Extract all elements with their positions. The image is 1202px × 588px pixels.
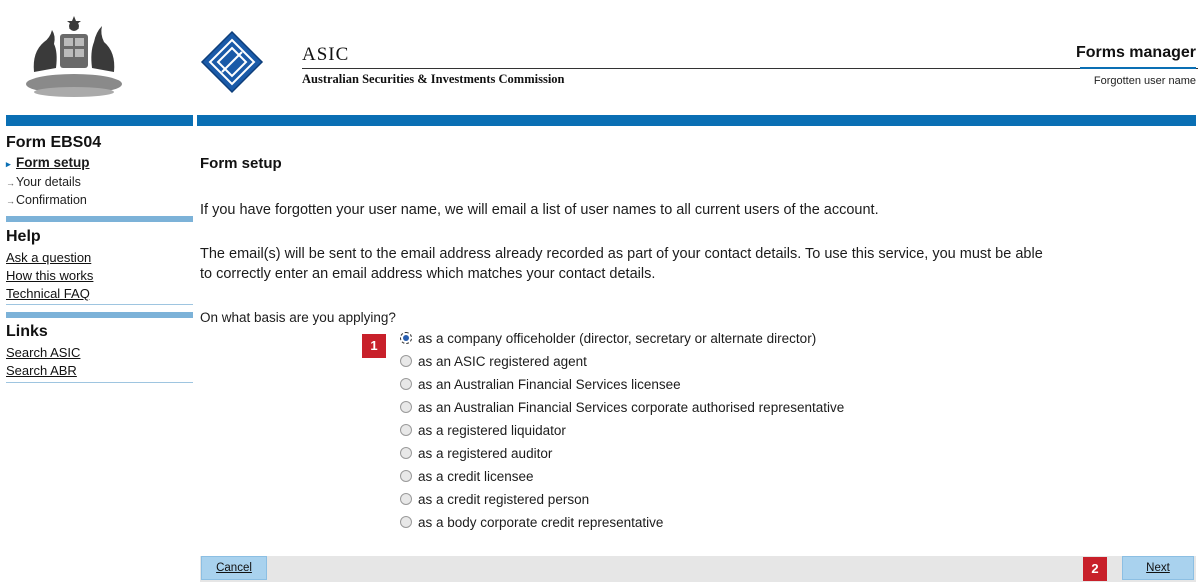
form-title: Form EBS04 — [6, 134, 102, 151]
annotation-marker-1: 1 — [362, 334, 386, 358]
coat-of-arms-logo — [14, 12, 134, 100]
intro-paragraph: If you have forgotten your user name, we… — [200, 202, 879, 218]
basis-question: On what basis are you applying? — [200, 310, 396, 325]
radio-button[interactable] — [400, 447, 412, 459]
option-credit-registered-person[interactable]: as a credit registered person — [400, 489, 589, 509]
sidebar-divider — [6, 312, 193, 318]
option-credit-licensee[interactable]: as a credit licensee — [400, 466, 534, 486]
main-banner — [197, 115, 1196, 126]
link-search-asic[interactable]: Search ASIC — [6, 345, 80, 360]
step-form-setup[interactable]: ▸ Form setup — [6, 155, 90, 170]
radio-button[interactable] — [400, 424, 412, 436]
option-registered-agent[interactable]: as an ASIC registered agent — [400, 351, 587, 371]
step-label: Form setup — [16, 155, 90, 170]
app-title-underline — [1080, 67, 1196, 69]
page-title: Form setup — [200, 155, 282, 172]
option-label: as an ASIC registered agent — [418, 353, 587, 369]
help-title: Help — [6, 228, 41, 245]
sidebar-divider — [6, 304, 193, 305]
radio-button[interactable] — [400, 355, 412, 367]
option-registered-auditor[interactable]: as a registered auditor — [400, 443, 552, 463]
option-label: as a body corporate credit representativ… — [418, 514, 664, 530]
option-label: as a company officeholder (director, sec… — [418, 330, 817, 346]
link-ask-question[interactable]: Ask a question — [6, 250, 91, 265]
link-how-this-works[interactable]: How this works — [6, 268, 93, 283]
step-label: Your details — [16, 175, 81, 189]
asic-logo — [200, 30, 264, 94]
step-your-details: →Your details — [6, 175, 81, 189]
sidebar-banner — [6, 115, 193, 126]
triangle-right-icon: ▸ — [6, 159, 11, 169]
org-full-name: Australian Securities & Investments Comm… — [302, 72, 565, 86]
radio-button[interactable] — [400, 470, 412, 482]
option-label: as a registered liquidator — [418, 422, 566, 438]
radio-button[interactable] — [400, 378, 412, 390]
option-label: as an Australian Financial Services lice… — [418, 376, 681, 392]
arrow-right-icon: → — [6, 196, 15, 206]
radio-button[interactable] — [400, 493, 412, 505]
links-title: Links — [6, 323, 48, 340]
link-search-abr[interactable]: Search ABR — [6, 363, 77, 378]
radio-button[interactable] — [400, 516, 412, 528]
radio-selected[interactable] — [400, 332, 412, 344]
app-subtitle: Forgotten user name — [1093, 75, 1196, 87]
annotation-marker-2: 2 — [1083, 557, 1107, 581]
option-registered-liquidator[interactable]: as a registered liquidator — [400, 420, 566, 440]
email-paragraph-line1: The email(s) will be sent to the email a… — [200, 246, 1043, 262]
option-afs-corporate-rep[interactable]: as an Australian Financial Services corp… — [400, 397, 844, 417]
next-button[interactable]: Next — [1122, 556, 1194, 580]
option-label: as a credit licensee — [418, 468, 534, 484]
option-label: as a credit registered person — [418, 491, 590, 507]
header-divider — [302, 68, 1198, 69]
arrow-right-icon: → — [6, 178, 15, 188]
option-body-corporate-credit-rep[interactable]: as a body corporate credit representativ… — [400, 512, 663, 532]
step-confirmation: →Confirmation — [6, 193, 87, 207]
step-label: Confirmation — [16, 193, 87, 207]
footer-bar — [200, 556, 1196, 582]
cancel-button[interactable]: Cancel — [201, 556, 267, 580]
app-title: Forms manager — [1075, 44, 1196, 61]
email-paragraph-line2: to correctly enter an email address whic… — [200, 266, 656, 282]
sidebar-divider — [6, 382, 193, 383]
link-technical-faq[interactable]: Technical FAQ — [6, 286, 90, 301]
org-short-name: ASIC — [302, 44, 350, 65]
option-label: as a registered auditor — [418, 445, 553, 461]
radio-button[interactable] — [400, 401, 412, 413]
sidebar-divider — [6, 216, 193, 222]
option-company-officeholder[interactable]: as a company officeholder (director, sec… — [400, 328, 816, 348]
option-afs-licensee[interactable]: as an Australian Financial Services lice… — [400, 374, 681, 394]
option-label: as an Australian Financial Services corp… — [418, 399, 845, 415]
